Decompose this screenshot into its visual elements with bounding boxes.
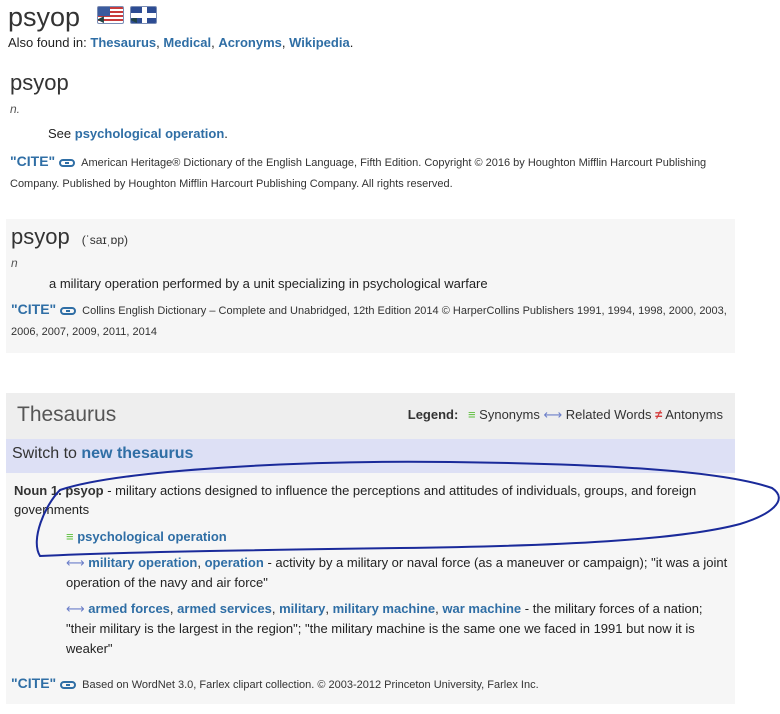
also-found-label: Also found in: [8,35,87,50]
related-link[interactable]: military operation [88,555,197,570]
related-link[interactable]: military [279,601,325,616]
pronunciation: (ˈsaɪˌɒp) [81,233,128,247]
related-link[interactable]: operation [205,555,264,570]
collins-entry: psyop (ˈsaɪˌɒp) n a military operation pe… [6,219,735,353]
link-psychological-operation[interactable]: psychological operation [75,126,225,141]
antonym-icon: ≠ [655,407,663,422]
citation: "CITE" Based on WordNet 3.0, Farlex clipa… [11,673,539,696]
page-title: psyop [8,2,81,32]
related-icon: ⟷ [543,407,563,422]
chain-link-icon[interactable] [60,681,77,690]
citation-text: American Heritage® Dictionary of the Eng… [10,157,707,190]
citation-text: Based on WordNet 3.0, Farlex clipart col… [82,679,539,691]
uk-flag-speaker-icon[interactable]: ◀ [130,6,157,24]
related-link[interactable]: armed forces [88,601,170,616]
related-row-2: ⟷ armed forces, armed services, military… [66,601,703,656]
link-acronyms[interactable]: Acronyms [218,35,282,50]
link-medical[interactable]: Medical [163,35,211,50]
synonym-icon: ≡ [66,529,74,544]
cite-button[interactable]: "CITE" [11,675,56,691]
link-thesaurus[interactable]: Thesaurus [90,35,156,50]
entry-headword: psyop [11,224,70,249]
synonym-link[interactable]: psychological operation [77,529,227,544]
pronunciation-buttons: ◀ ◀ [97,6,157,24]
cite-button[interactable]: "CITE" [11,301,56,317]
sense-noun-1: Noun 1. psyop - military actions designe… [6,473,735,659]
new-thesaurus-link[interactable]: new thesaurus [81,445,193,462]
also-found-in: Also found in: Thesaurus, Medical, Acron… [8,35,354,50]
related-link[interactable]: military machine [333,601,436,616]
related-icon: ⟷ [66,601,85,616]
sense-definition: - military actions designed to influence… [14,483,697,517]
related-row-1: ⟷ military operation, operation - activi… [66,555,728,590]
thesaurus-header: Thesaurus Legend: ≡ Synonyms ⟷ Related W… [6,393,735,439]
chain-link-icon[interactable] [60,307,77,316]
definition: a military operation performed by a unit… [49,276,488,291]
switch-thesaurus-bar: Switch to new thesaurus [6,439,735,473]
us-flag-speaker-icon[interactable]: ◀ [97,6,124,24]
citation: "CITE" Collins English Dictionary – Compl… [11,299,730,343]
sense-label: Noun 1. psyop [14,483,104,498]
related-link[interactable]: armed services [177,601,272,616]
thesaurus-title: Thesaurus [17,403,117,426]
related-link[interactable]: war machine [442,601,521,616]
cite-button[interactable]: "CITE" [10,153,55,169]
synonym-icon: ≡ [467,407,476,422]
chain-link-icon[interactable] [59,159,76,168]
entry-headword: psyop [10,70,69,95]
thesaurus-section: Thesaurus Legend: ≡ Synonyms ⟷ Related W… [6,393,735,704]
citation: "CITE" American Heritage® Dictionary of t… [10,151,735,195]
part-of-speech: n [11,256,18,270]
citation-text: Collins English Dictionary – Complete an… [11,305,727,338]
ahd-entry: psyop n. See psychological operation. "C… [10,70,735,195]
legend: Legend: ≡ Synonyms ⟷ Related Words ≠ Ant… [407,407,723,422]
definition: See psychological operation. [48,126,228,141]
part-of-speech: n. [10,102,21,116]
link-wikipedia[interactable]: Wikipedia [289,35,350,50]
related-icon: ⟷ [66,555,85,570]
synonym-row: ≡ psychological operation [66,527,735,547]
